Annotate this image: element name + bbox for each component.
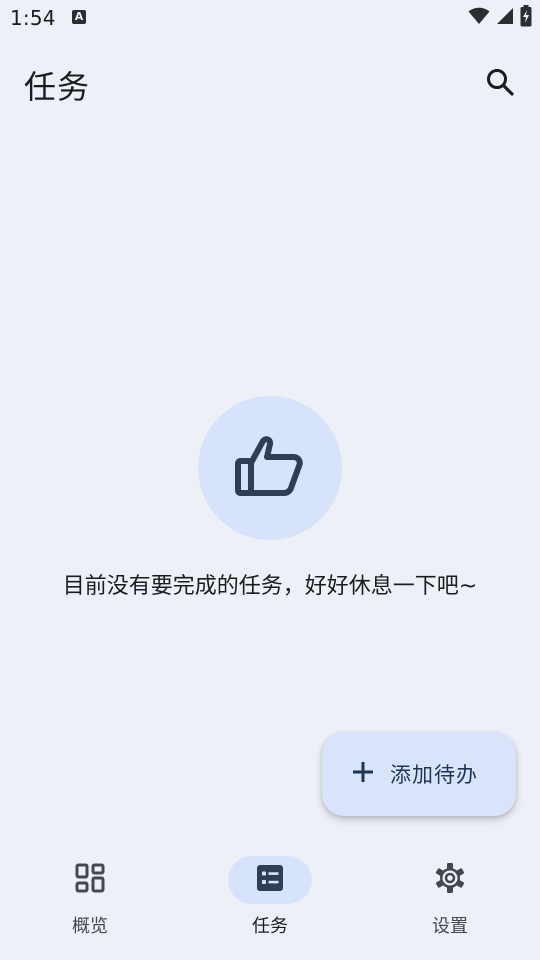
status-time: 1:54: [10, 6, 56, 30]
search-icon: [485, 67, 515, 101]
search-button[interactable]: [482, 66, 518, 102]
task-list-icon: [256, 864, 284, 896]
status-icons: [468, 5, 532, 31]
thumbs-up-icon: [235, 435, 305, 501]
empty-state-illustration: [198, 396, 342, 540]
add-todo-button[interactable]: 添加待办: [322, 732, 516, 816]
wifi-icon: [468, 7, 490, 29]
nav-indicator: [48, 856, 132, 904]
gear-icon: [434, 862, 466, 898]
status-bar: 1:54 A: [0, 0, 540, 36]
battery-charging-icon: [520, 5, 532, 31]
top-app-bar: 任务: [0, 52, 540, 116]
page-title: 任务: [24, 68, 91, 106]
nav-indicator: [408, 856, 492, 904]
nav-label-settings: 设置: [432, 916, 468, 937]
plus-icon: [352, 761, 374, 787]
bottom-navigation: 概览 任务 设置: [0, 848, 540, 960]
empty-state-message: 目前没有要完成的任务，好好休息一下吧~: [62, 574, 478, 599]
nav-item-tasks[interactable]: 任务: [180, 848, 360, 960]
nav-item-settings[interactable]: 设置: [360, 848, 540, 960]
nav-item-overview[interactable]: 概览: [0, 848, 180, 960]
cell-signal-icon: [496, 7, 514, 29]
nav-label-overview: 概览: [72, 916, 108, 937]
nav-label-tasks: 任务: [252, 916, 288, 937]
dashboard-icon: [75, 863, 105, 897]
add-todo-label: 添加待办: [390, 763, 478, 787]
notification-app-icon: A: [72, 10, 86, 24]
nav-indicator-active: [228, 856, 312, 904]
